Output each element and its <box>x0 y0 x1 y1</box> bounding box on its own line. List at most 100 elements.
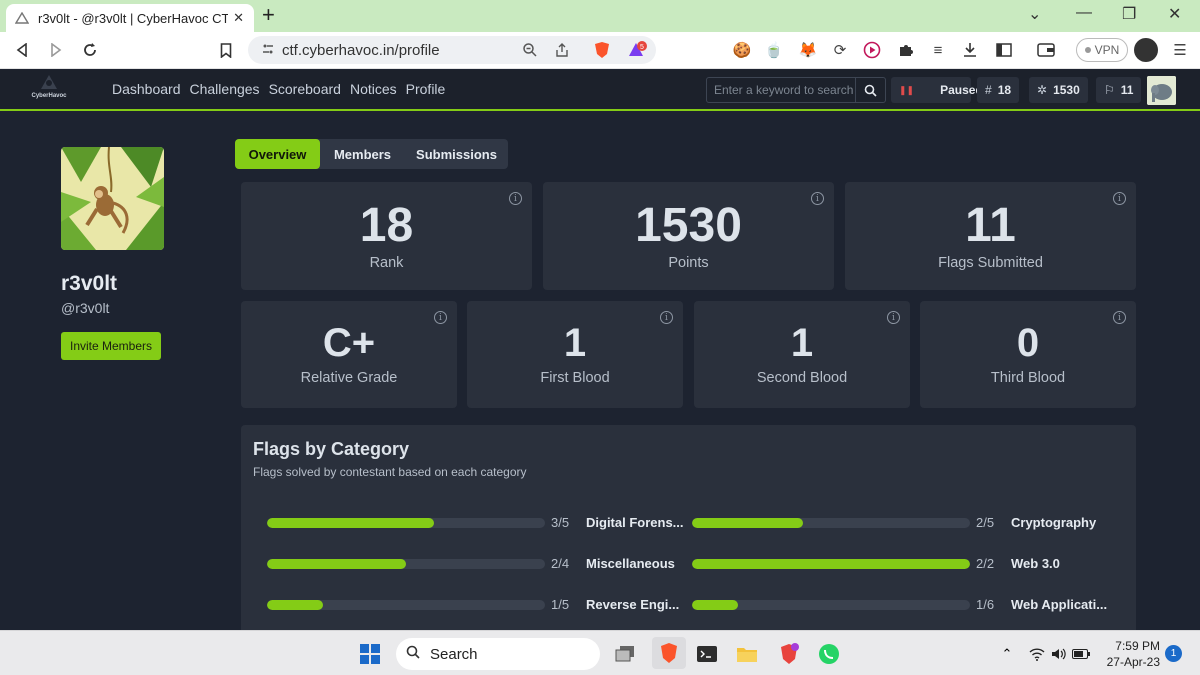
tab-members[interactable]: Members <box>320 139 405 169</box>
browser-tab[interactable]: r3v0lt - @r3v0lt | CyberHavoc CTF ✕ <box>6 4 254 32</box>
sidebar-icon[interactable] <box>994 40 1014 60</box>
downloads-icon[interactable] <box>960 40 980 60</box>
show-hidden-icons-chevron-icon[interactable]: ⌃ <box>994 641 1020 667</box>
terminal-icon[interactable] <box>694 641 720 667</box>
category-fraction: 1/5 <box>551 597 570 612</box>
window-close-icon[interactable]: ✕ <box>1168 4 1181 24</box>
playlist-icon[interactable]: ≡ <box>928 40 948 60</box>
points-badge-value: 1530 <box>1053 83 1080 97</box>
flags-submitted-value: 11 <box>965 199 1016 252</box>
category-row: 3/5 Digital Forens... <box>267 513 687 533</box>
category-fraction: 3/5 <box>551 515 570 530</box>
logo-mark-icon <box>41 75 57 89</box>
category-progress-fill <box>267 600 323 610</box>
invite-members-button[interactable]: Invite Members <box>61 332 161 360</box>
logo-text: CyberHavoc <box>31 93 67 99</box>
extension-icon[interactable]: 🍵 <box>764 40 784 60</box>
third-blood-value: 0 <box>1016 321 1040 365</box>
share-icon[interactable] <box>552 40 572 60</box>
whatsapp-icon[interactable] <box>816 641 842 667</box>
relative-grade-card: i C+ Relative Grade <box>241 301 457 408</box>
category-row: 2/4 Miscellaneous <box>267 554 687 574</box>
system-clock[interactable]: 7:59 PM 27-Apr-23 <box>1100 638 1160 670</box>
pause-icon: ❚❚ <box>899 84 915 95</box>
profile-avatar-icon[interactable] <box>1134 38 1158 62</box>
second-blood-card: i 1 Second Blood <box>694 301 910 408</box>
browser-menu-icon[interactable]: ☰ <box>1170 40 1190 60</box>
start-icon[interactable] <box>357 641 383 667</box>
category-row: 1/6 Web Applicati... <box>692 595 1112 615</box>
category-name: Cryptography <box>1011 515 1097 530</box>
flags-submitted-label: Flags Submitted <box>938 255 1043 271</box>
site-info-icon[interactable] <box>262 43 274 58</box>
brave-rewards-icon[interactable]: 5 <box>628 40 648 60</box>
nav-notices[interactable]: Notices <box>350 81 397 97</box>
search-input[interactable] <box>707 78 855 102</box>
nav-dashboard[interactable]: Dashboard <box>112 81 181 97</box>
category-fraction: 1/6 <box>976 597 995 612</box>
brave-taskbar-icon[interactable] <box>652 637 686 669</box>
wallet-icon[interactable] <box>1036 40 1056 60</box>
video-extension-icon[interactable] <box>862 40 882 60</box>
rank-card: i 18 Rank <box>241 182 532 290</box>
category-name: Web Applicati... <box>1011 597 1108 612</box>
tab-overview[interactable]: Overview <box>235 139 320 169</box>
third-blood-label: Third Blood <box>990 370 1066 386</box>
user-avatar[interactable] <box>1147 76 1176 105</box>
brave-beta-icon[interactable] <box>776 641 802 667</box>
nav-profile[interactable]: Profile <box>406 81 446 97</box>
search-button[interactable] <box>855 78 885 102</box>
category-progress-fill <box>267 559 406 569</box>
metamask-icon[interactable]: 🦊 <box>798 40 818 60</box>
restore-icon[interactable]: ❐ <box>1122 4 1136 24</box>
vpn-button[interactable]: VPN <box>1076 38 1128 62</box>
category-row: 1/5 Reverse Engi... <box>267 595 687 615</box>
third-blood-card: i 0 Third Blood <box>920 301 1136 408</box>
notification-badge[interactable]: 1 <box>1165 645 1182 662</box>
flags-by-category-panel: Flags by Category Flags solved by contes… <box>241 425 1136 635</box>
clock-time: 7:59 PM <box>1115 639 1160 653</box>
task-view-icon[interactable] <box>612 641 638 667</box>
nav-scoreboard[interactable]: Scoreboard <box>269 81 341 97</box>
site-logo[interactable]: CyberHavoc <box>26 74 72 108</box>
monkey-jungle-image <box>61 147 164 250</box>
cookie-extension-icon[interactable]: 🍪 <box>732 40 752 60</box>
forward-icon[interactable] <box>46 40 66 60</box>
browser-toolbar: ctf.cyberhavoc.in/profile 5 🍪 🍵 🦊 ⟳ ≡ VP… <box>0 32 1200 69</box>
battery-icon[interactable] <box>1068 641 1094 667</box>
reload-icon[interactable] <box>80 40 100 60</box>
tab-search-chevron-icon[interactable]: ⌄ <box>1028 4 1041 24</box>
category-progress-fill <box>267 518 434 528</box>
flags-subtitle: Flags solved by contestant based on each… <box>253 465 527 479</box>
new-tab-button[interactable]: + <box>262 3 275 27</box>
first-blood-value: 1 <box>563 321 587 365</box>
category-progress-bar <box>267 559 545 569</box>
file-explorer-icon[interactable] <box>734 641 760 667</box>
status-pill: ❚❚ Paused <box>891 77 983 103</box>
category-fraction: 2/5 <box>976 515 995 530</box>
url-text: ctf.cyberhavoc.in/profile <box>282 41 440 59</box>
category-progress-bar <box>692 600 970 610</box>
first-blood-card: i 1 First Blood <box>467 301 683 408</box>
brave-shields-icon[interactable] <box>592 40 612 60</box>
category-progress-bar <box>267 518 545 528</box>
tab-submissions[interactable]: Submissions <box>405 139 508 169</box>
extensions-puzzle-icon[interactable] <box>896 40 916 60</box>
nav-challenges[interactable]: Challenges <box>190 81 260 97</box>
rewards-badge: 5 <box>640 44 644 51</box>
minimize-icon[interactable]: — <box>1076 4 1092 22</box>
back-icon[interactable] <box>12 40 32 60</box>
os-taskbar: Search ⌃ 7:59 PM 27-Apr-23 1 <box>0 630 1200 675</box>
category-fraction: 2/4 <box>551 556 570 571</box>
clock-date: 27-Apr-23 <box>1106 655 1160 669</box>
category-progress-bar <box>267 600 545 610</box>
star-icon: ✲ <box>1037 83 1048 97</box>
bookmark-icon[interactable] <box>216 40 236 60</box>
points-value: 1530 <box>635 199 742 252</box>
taskbar-search[interactable]: Search <box>396 638 600 670</box>
category-row: 2/2 Web 3.0 <box>692 554 1112 574</box>
tab-title: r3v0lt - @r3v0lt | CyberHavoc CTF <box>38 10 228 26</box>
tab-close-icon[interactable]: ✕ <box>233 10 244 26</box>
zoom-icon[interactable] <box>520 40 540 60</box>
sync-extension-icon[interactable]: ⟳ <box>830 40 850 60</box>
